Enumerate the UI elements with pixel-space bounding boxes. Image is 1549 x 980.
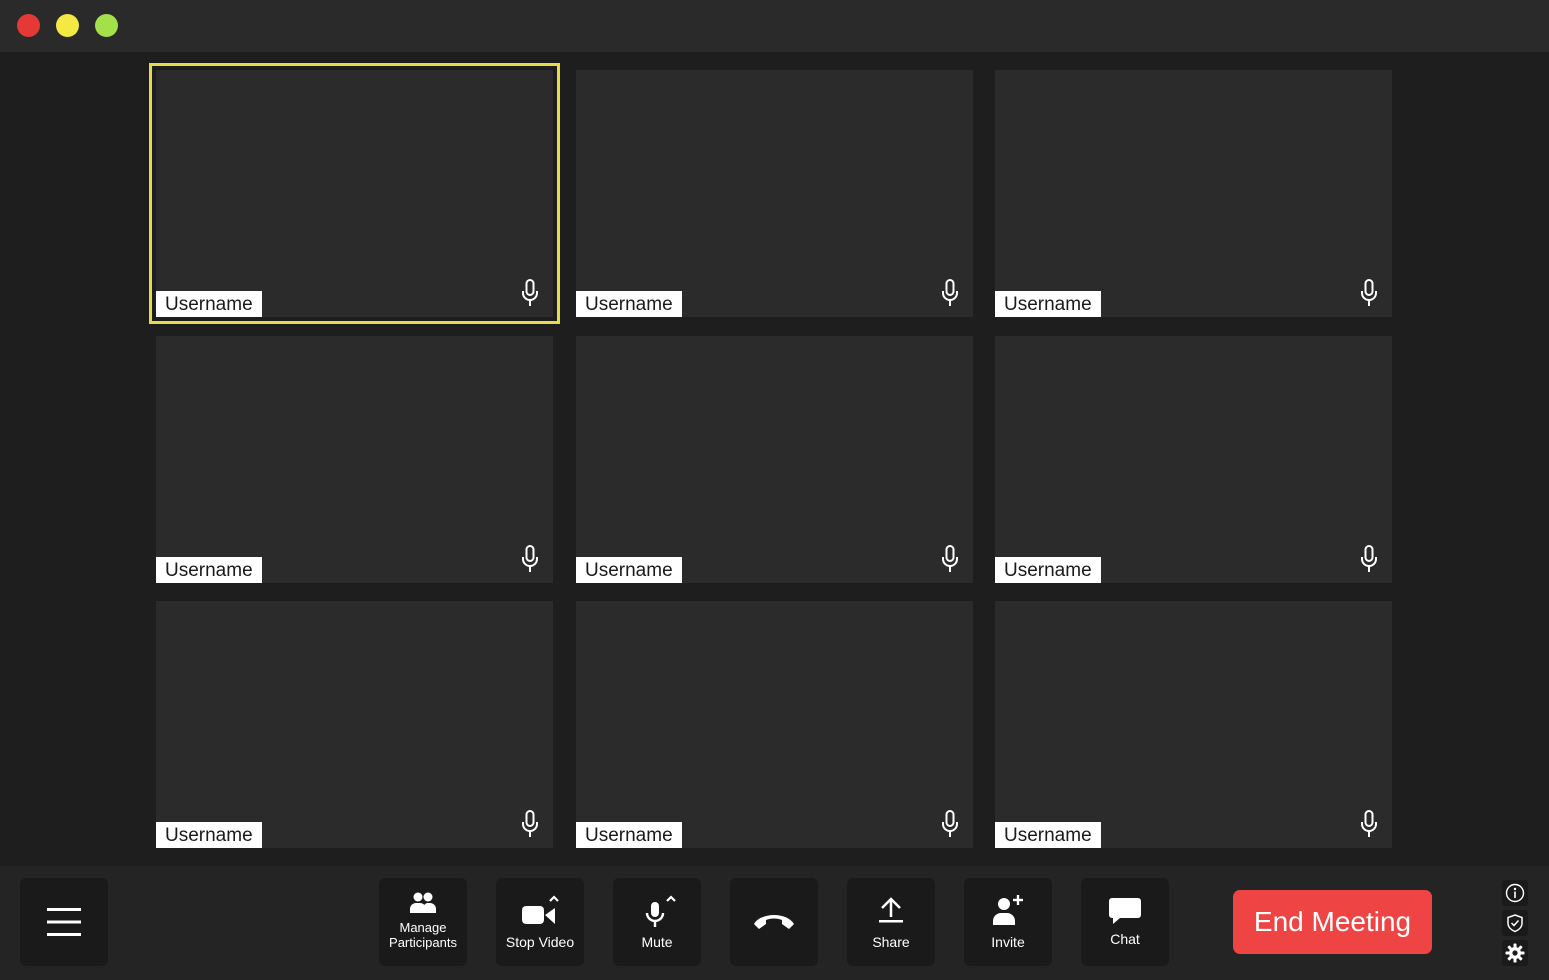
microphone-icon	[942, 279, 958, 306]
microphone-icon	[522, 279, 538, 306]
manage-label-line2: Participants	[389, 935, 457, 950]
share-upload-icon	[879, 897, 903, 923]
microphone-icon	[1361, 279, 1377, 306]
share-button[interactable]: Share	[847, 878, 935, 966]
info-button[interactable]	[1502, 880, 1528, 906]
participant-name: Username	[156, 822, 262, 848]
end-meeting-button[interactable]: End Meeting	[1233, 890, 1432, 954]
mute-label: Mute	[641, 934, 673, 950]
settings-button[interactable]	[1502, 940, 1528, 966]
info-icon	[1505, 883, 1525, 903]
participant-name: Username	[995, 557, 1101, 583]
invite-button[interactable]: Invite	[964, 878, 1052, 966]
stop-video-button[interactable]: Stop Video	[496, 878, 584, 966]
participant-name: Username	[576, 291, 682, 317]
share-label: Share	[872, 934, 910, 950]
participant-tile[interactable]: Username	[576, 70, 973, 317]
title-bar	[0, 0, 1549, 52]
menu-button[interactable]	[20, 878, 108, 966]
phone-hangup-icon	[754, 915, 794, 929]
chat-bubble-icon	[1109, 898, 1141, 924]
participant-tile[interactable]: Username	[156, 601, 553, 848]
invite-label: Invite	[991, 934, 1025, 950]
maximize-window-button[interactable]	[95, 14, 118, 37]
manage-participants-button[interactable]: Manage Participants	[379, 878, 467, 966]
gear-icon	[1505, 943, 1525, 963]
stop-video-label: Stop Video	[505, 934, 575, 950]
chat-button[interactable]: Chat	[1081, 878, 1169, 966]
participant-tile[interactable]: Username	[995, 70, 1392, 317]
participant-grid: Username Username Username Username User…	[149, 63, 1393, 848]
meeting-window: Username Username Username Username User…	[0, 0, 1549, 980]
microphone-icon	[942, 545, 958, 572]
participant-tile[interactable]: Username	[576, 336, 973, 583]
side-icon-column	[1502, 880, 1530, 970]
participant-name: Username	[156, 291, 262, 317]
hang-up-button[interactable]	[730, 878, 818, 966]
video-camera-icon	[522, 895, 559, 924]
microphone-icon	[1361, 810, 1377, 837]
chat-label: Chat	[1110, 931, 1140, 947]
participant-name: Username	[995, 822, 1101, 848]
meeting-toolbar: Manage Participants Stop Video Mute Shar…	[0, 866, 1549, 980]
hamburger-icon	[47, 908, 81, 936]
shield-icon	[1507, 914, 1523, 933]
minimize-window-button[interactable]	[56, 14, 79, 37]
mute-button[interactable]: Mute	[613, 878, 701, 966]
participants-icon	[410, 892, 436, 913]
participant-name: Username	[576, 822, 682, 848]
security-button[interactable]	[1502, 910, 1528, 936]
add-user-icon	[993, 895, 1023, 925]
microphone-icon	[522, 545, 538, 572]
participant-name: Username	[995, 291, 1101, 317]
participant-tile[interactable]: Username	[995, 336, 1392, 583]
microphone-icon	[645, 895, 676, 927]
manage-label-line1: Manage	[399, 920, 447, 935]
participant-name: Username	[576, 557, 682, 583]
microphone-icon	[522, 810, 538, 837]
microphone-icon	[942, 810, 958, 837]
participant-name: Username	[156, 557, 262, 583]
participant-tile[interactable]: Username	[156, 336, 553, 583]
close-window-button[interactable]	[17, 14, 40, 37]
participant-tile[interactable]: Username	[576, 601, 973, 848]
microphone-icon	[1361, 545, 1377, 572]
participant-tile[interactable]: Username	[149, 63, 560, 324]
participant-tile[interactable]: Username	[995, 601, 1392, 848]
